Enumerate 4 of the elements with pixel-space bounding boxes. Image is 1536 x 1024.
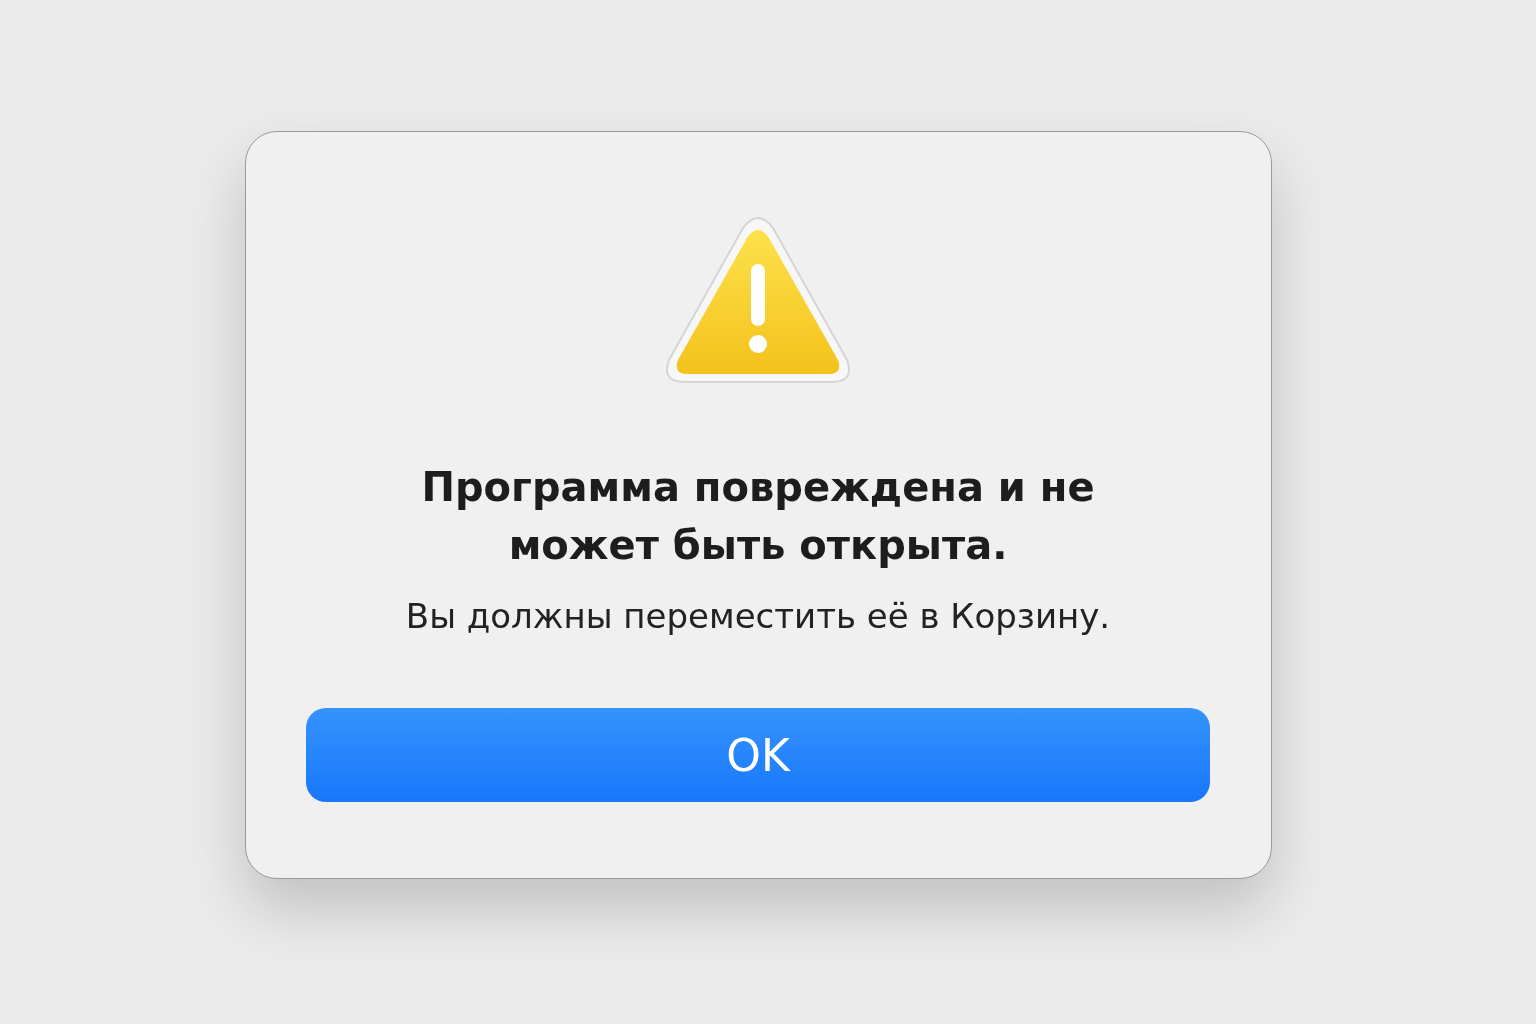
ok-button[interactable]: OK [306,708,1210,802]
dialog-title: Программа повреждена и не может быть открыта. [420,463,1096,570]
warning-icon [663,214,853,386]
dialog-message: Вы должны переместить её в Корзину. [405,596,1111,636]
